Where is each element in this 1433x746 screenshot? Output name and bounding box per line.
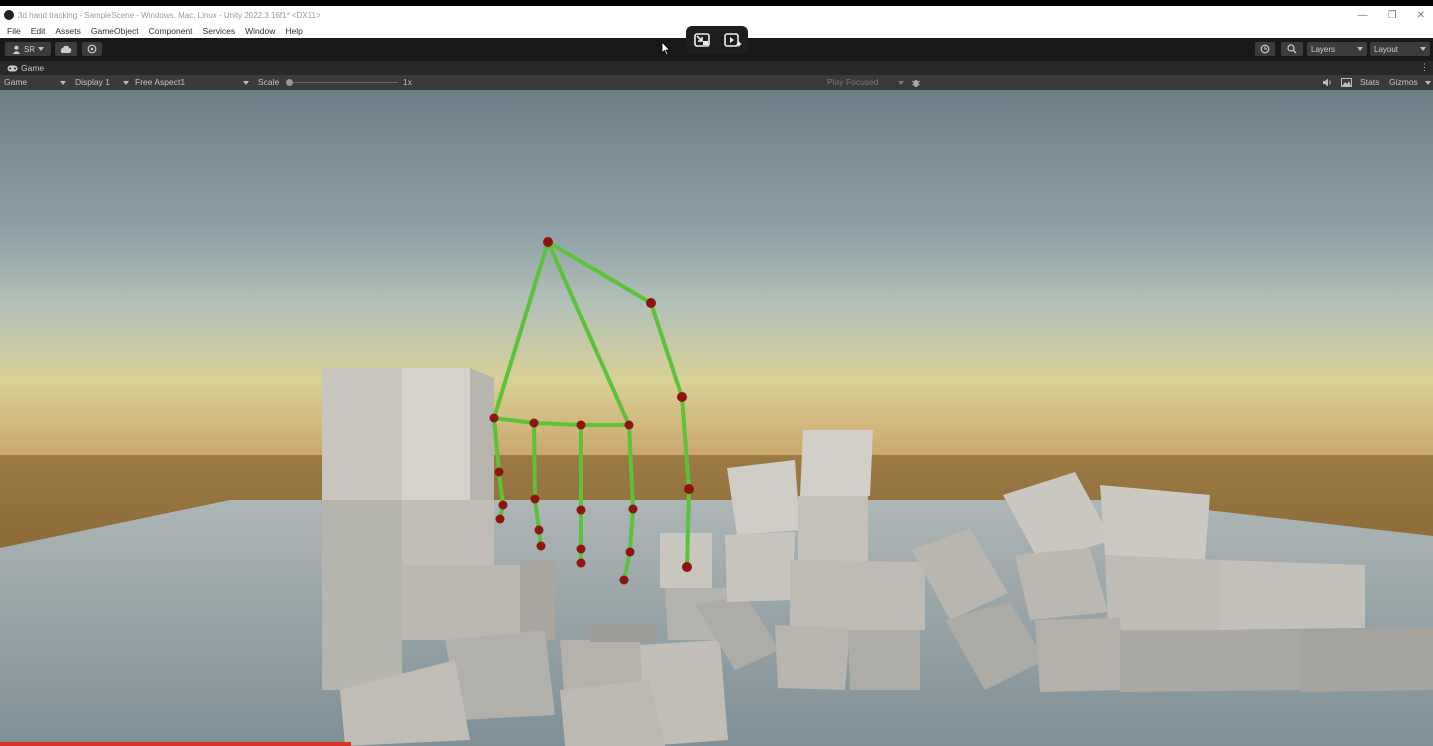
unity-logo-icon [4,10,14,20]
tab-game[interactable]: Game [7,63,44,73]
collab-icon [87,44,97,54]
hand-joint [624,420,634,430]
layers-dropdown[interactable]: Layers [1307,42,1367,56]
game-view-toolbar: Game Display 1 Free Aspect1 Scale 1x Pla… [0,75,1433,90]
play-mode-dropdown[interactable]: Play Focused [827,77,905,87]
bug-icon[interactable] [911,78,921,88]
hand-joint [576,505,586,515]
menu-help[interactable]: Help [285,26,302,36]
mode-dropdown[interactable]: Game [4,77,66,87]
display-dropdown[interactable]: Display 1 [75,77,130,87]
menu-assets[interactable]: Assets [55,26,81,36]
hand-joint [529,418,539,428]
scene-render [0,90,1433,746]
hand-joint [677,392,687,402]
video-progress-fill [0,742,352,746]
hand-joint [682,562,692,572]
layout-dropdown[interactable]: Layout [1370,42,1430,56]
account-label: SR [23,44,36,54]
cloud-icon [60,45,72,53]
layout-label: Layout [1374,44,1399,54]
hand-joint [619,575,629,585]
game-viewport[interactable] [0,90,1433,746]
stats-button[interactable]: Stats [1360,77,1379,87]
exit-fullscreen-icon[interactable] [693,32,711,48]
hand-joint [498,500,508,510]
minimize-button[interactable]: — [1358,10,1368,21]
cloud-button[interactable] [55,42,77,56]
hand-joint [576,420,586,430]
sky [0,90,1433,462]
account-button[interactable]: SR [5,42,51,56]
aspect-dropdown[interactable]: Free Aspect1 [135,77,250,87]
chevron-down-icon [38,47,45,51]
hand-joint [543,237,553,247]
scale-slider-track[interactable] [288,82,398,83]
display-label: Display 1 [75,77,110,87]
gamepad-icon [7,65,18,71]
hand-joint [576,558,586,568]
gizmos-button[interactable]: Gizmos [1389,77,1418,87]
hand-joint [684,484,694,494]
search-icon [1287,44,1297,54]
hand-joint [530,494,540,504]
menu-file[interactable]: File [7,26,21,36]
menu-services[interactable]: Services [203,26,236,36]
window-titlebar: 3d hand tracking - SampleScene - Windows… [0,6,1433,24]
hand-joint [628,504,638,514]
hand-joint [495,514,505,524]
scale-slider-thumb[interactable] [286,79,293,86]
chevron-down-icon [60,81,66,85]
hand-joint [646,298,656,308]
collab-button[interactable] [82,42,102,56]
tab-menu-icon[interactable]: ⋮ [1420,62,1429,73]
window-controls: — ❐ ✕ [1358,6,1425,24]
layers-label: Layers [1311,44,1336,54]
hand-joint [536,541,546,551]
hand-joint [534,525,544,535]
close-button[interactable]: ✕ [1417,10,1425,21]
menu-window[interactable]: Window [245,26,275,36]
audio-icon[interactable] [1322,78,1332,87]
menu-gameobject[interactable]: GameObject [91,26,139,36]
history-icon [1260,44,1270,54]
ai-play-icon[interactable] [723,32,742,48]
hand-bone [685,487,691,569]
gallery-icon[interactable] [1341,78,1352,87]
user-icon [12,45,21,54]
chevron-down-icon [1425,81,1431,85]
window-title: 3d hand tracking - SampleScene - Windows… [18,10,321,20]
hand-joint [489,413,499,423]
hand-joint [494,467,504,477]
playback-overlay [686,26,748,54]
menu-edit[interactable]: Edit [31,26,46,36]
game-tab-bar: Game ⋮ [0,61,1433,75]
search-button[interactable] [1281,42,1303,56]
history-button[interactable] [1255,42,1275,56]
chevron-down-icon [243,81,249,85]
play-mode-label: Play Focused [827,77,879,87]
aspect-label: Free Aspect1 [135,77,186,87]
hand-bone [532,421,537,501]
hand-bone [532,421,583,427]
restore-button[interactable]: ❐ [1388,10,1397,21]
chevron-down-icon [1357,47,1363,51]
chevron-down-icon [123,81,129,85]
scale-value: 1x [403,77,412,87]
scale-label: Scale [258,77,280,87]
mode-label: Game [4,77,28,87]
tab-game-label: Game [21,63,45,73]
chevron-down-icon [898,81,904,85]
hand-joint [576,544,586,554]
mouse-cursor-icon [661,41,671,56]
menu-component[interactable]: Component [149,26,193,36]
hand-joint [625,547,635,557]
chevron-down-icon [1420,47,1426,51]
